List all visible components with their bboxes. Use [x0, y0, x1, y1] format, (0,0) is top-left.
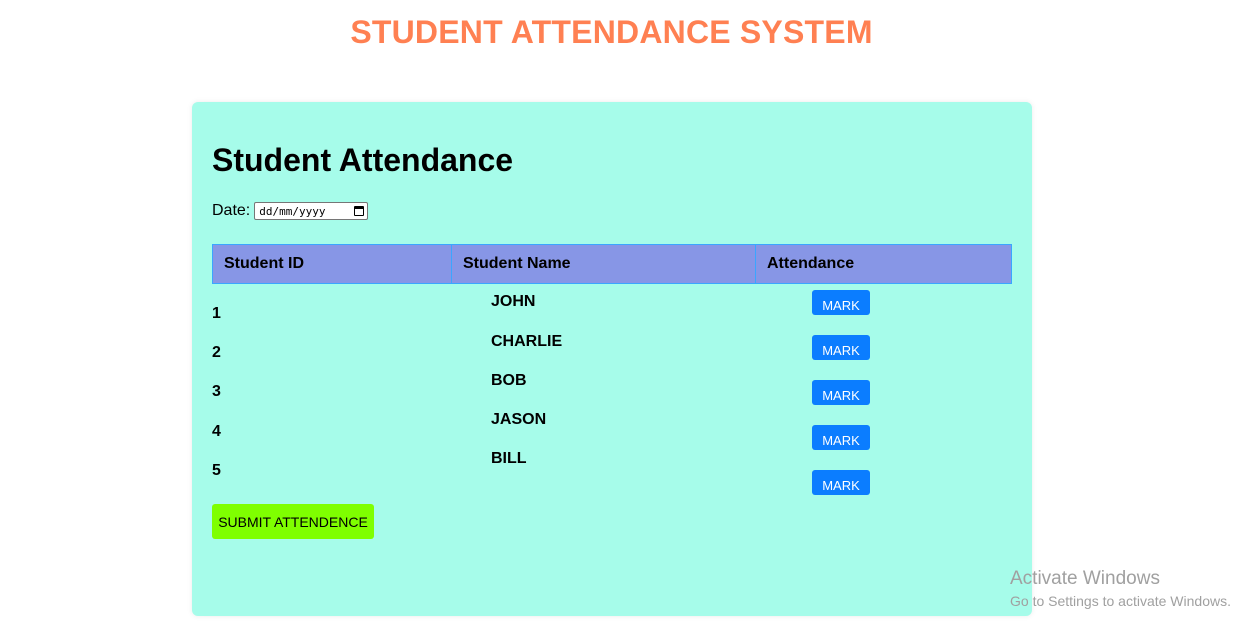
- watermark-title: Activate Windows: [1010, 568, 1160, 589]
- student-id-cell: 3: [212, 383, 221, 400]
- submit-attendance-button[interactable]: SUBMIT ATTENDENCE: [212, 504, 374, 539]
- watermark-subtitle: Go to Settings to activate Windows.: [1010, 593, 1231, 609]
- date-placeholder: dd/mm/yyyy: [259, 204, 326, 218]
- student-id-cell: 5: [212, 462, 221, 479]
- student-name-cell: JOHN: [491, 293, 536, 310]
- attendance-card: Student Attendance Date: dd/mm/yyyy Stud…: [192, 102, 1032, 616]
- mark-button[interactable]: MARK: [812, 290, 870, 315]
- card-title: Student Attendance: [212, 142, 514, 178]
- column-header-attendance: Attendance: [767, 255, 855, 272]
- date-label: Date:: [212, 202, 251, 219]
- student-name-cell: CHARLIE: [491, 333, 563, 350]
- activate-windows-watermark: Activate Windows Go to Settings to activ…: [1010, 568, 1231, 609]
- page-title: STUDENT ATTENDANCE SYSTEM: [350, 14, 873, 50]
- student-id-cell: 1: [212, 305, 221, 322]
- student-name-cell: BOB: [491, 372, 527, 389]
- date-input[interactable]: dd/mm/yyyy: [254, 202, 369, 220]
- column-header-student-id: Student ID: [213, 245, 452, 283]
- mark-button[interactable]: MARK: [812, 335, 870, 360]
- column-header-student-name: Student Name: [452, 245, 756, 283]
- mark-button[interactable]: MARK: [812, 470, 870, 495]
- student-name-cell: JASON: [491, 411, 547, 428]
- calendar-icon[interactable]: [354, 206, 365, 216]
- student-id-cell: 4: [212, 423, 221, 440]
- table-header: Student ID Student Name Attendance: [212, 244, 1012, 284]
- student-name-cell: BILL: [491, 450, 527, 467]
- date-row: Date: dd/mm/yyyy: [212, 202, 369, 220]
- mark-button[interactable]: MARK: [812, 380, 870, 405]
- mark-button[interactable]: MARK: [812, 425, 870, 450]
- student-id-cell: 2: [212, 344, 221, 361]
